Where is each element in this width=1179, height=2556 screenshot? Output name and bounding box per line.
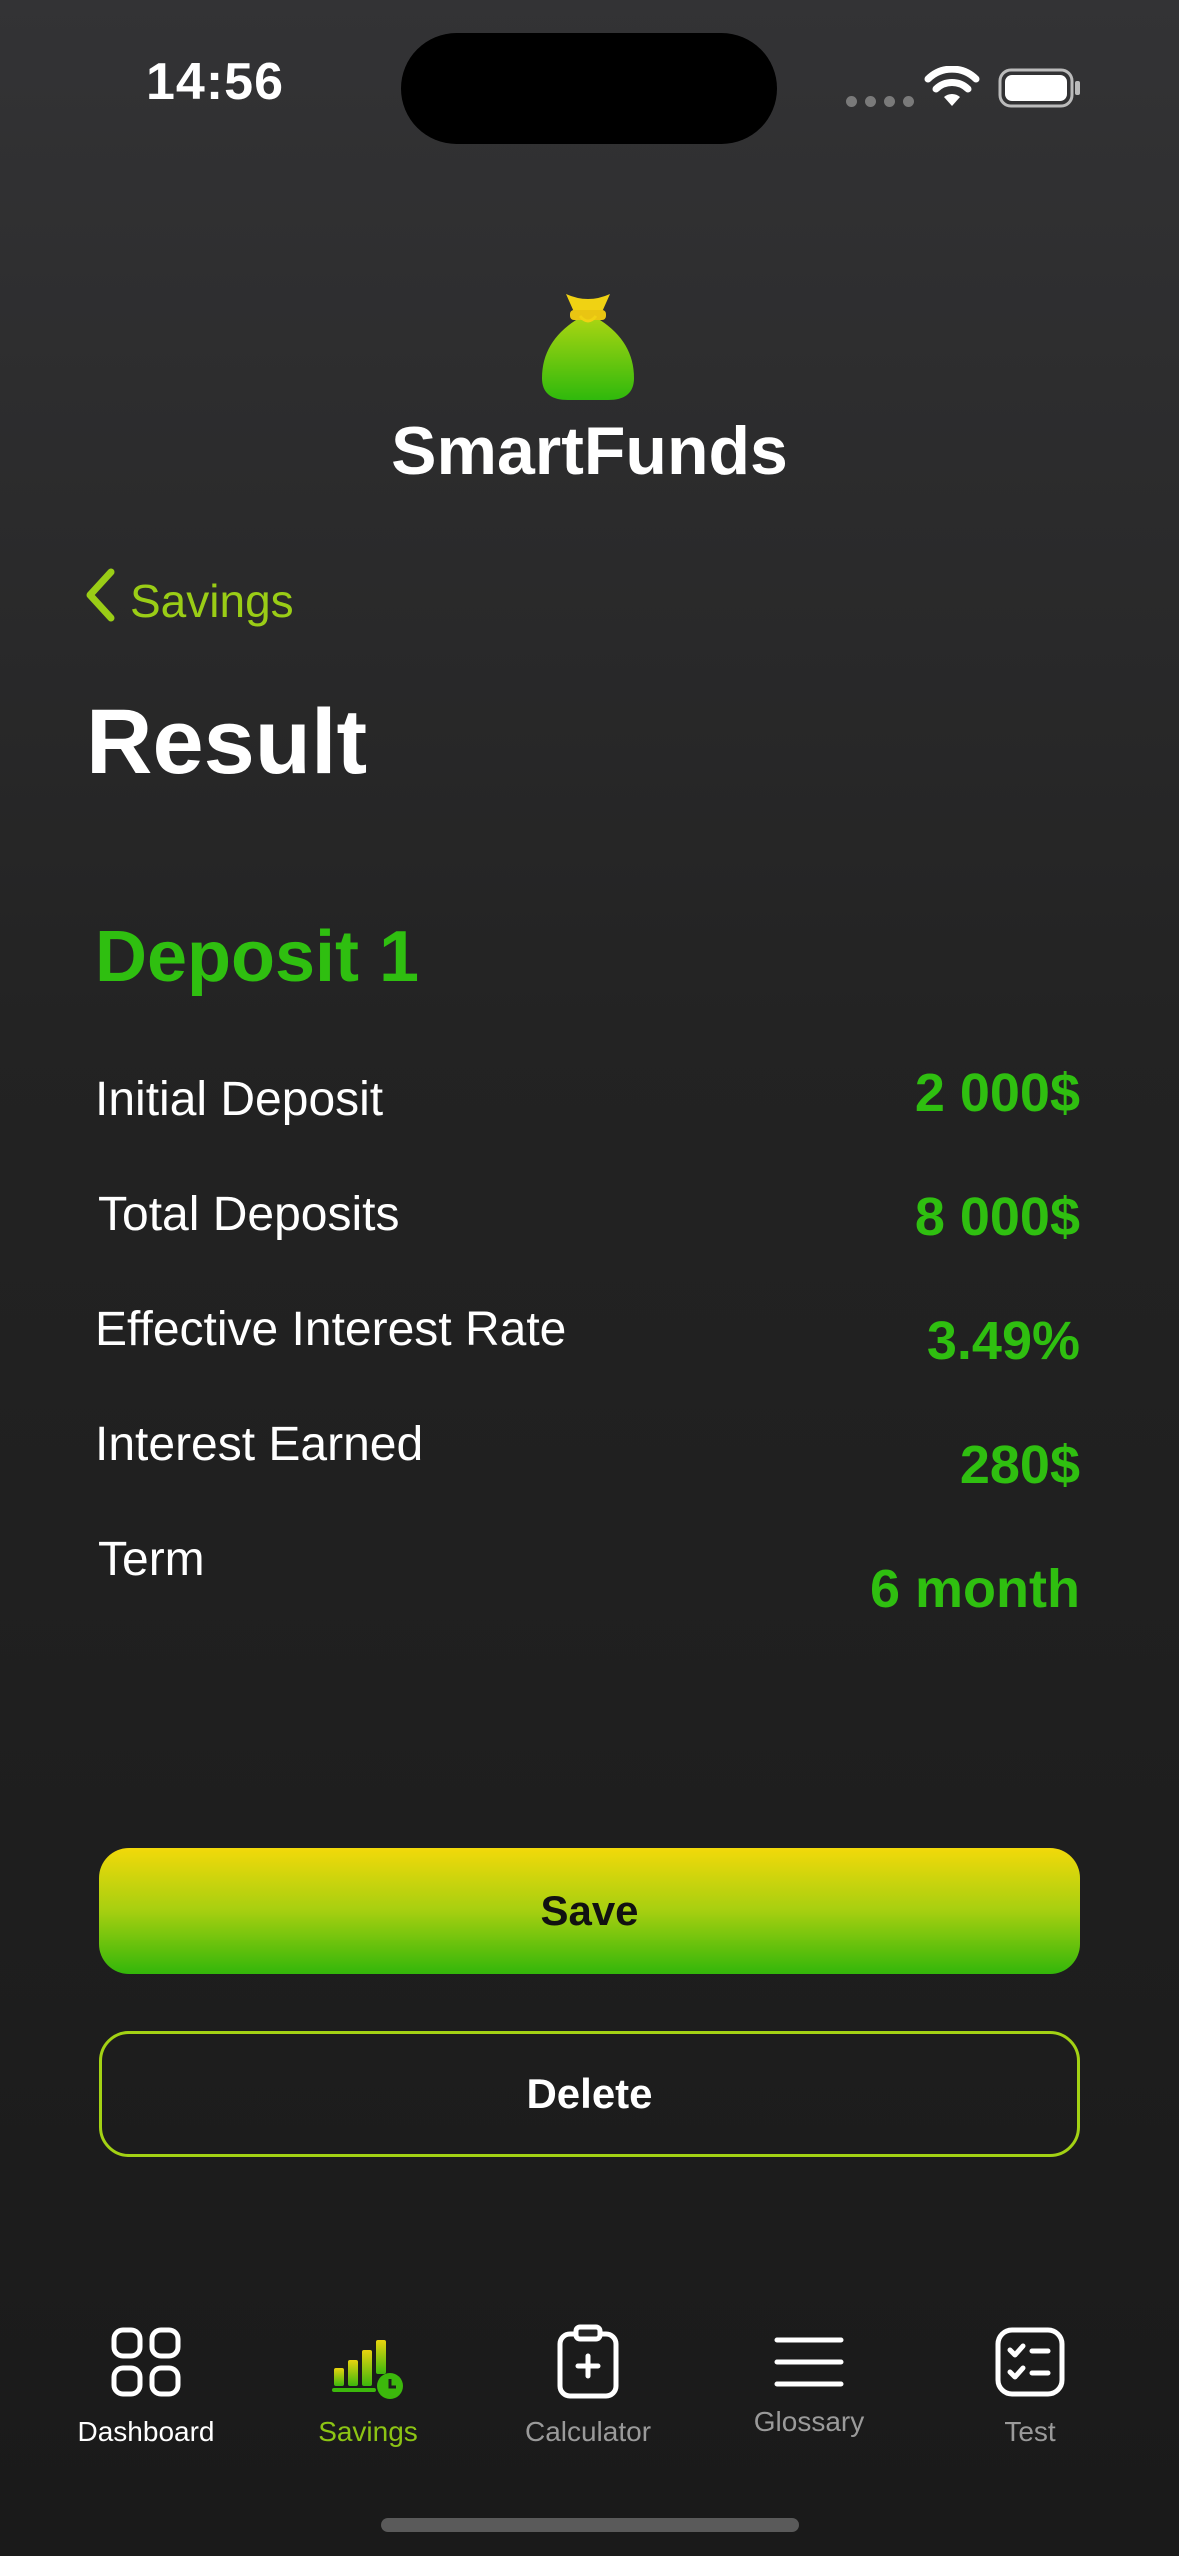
- save-button[interactable]: Save: [99, 1848, 1080, 1974]
- tab-label: Calculator: [524, 2416, 652, 2447]
- battery-icon: [998, 68, 1082, 113]
- tab-dashboard[interactable]: Dashboard: [36, 2322, 256, 2448]
- cellular-signal-icon: [846, 96, 914, 107]
- tab-glossary[interactable]: Glossary: [699, 2322, 919, 2438]
- page-title: Result: [86, 691, 368, 793]
- app-brand-title: SmartFunds: [391, 413, 788, 489]
- tab-label: Dashboard: [77, 2416, 215, 2447]
- interest-earned-value: 280$: [959, 1435, 1080, 1495]
- menu-lines-icon: [699, 2322, 919, 2402]
- delete-button[interactable]: Delete: [99, 2031, 1080, 2157]
- term-label: Term: [98, 1533, 205, 1586]
- effective-rate-label: Effective Interest Rate: [95, 1303, 567, 1356]
- wifi-icon: [924, 65, 980, 113]
- dynamic-island: [401, 33, 777, 144]
- tab-test[interactable]: Test: [920, 2322, 1140, 2448]
- chart-coin-icon: [258, 2322, 478, 2402]
- deposit-title: Deposit 1: [95, 917, 420, 997]
- status-time: 14:56: [146, 53, 284, 111]
- home-indicator: [381, 2518, 799, 2532]
- chevron-left-icon: [84, 568, 116, 633]
- total-deposits-value: 8 000$: [914, 1187, 1080, 1247]
- back-button[interactable]: Savings: [84, 568, 294, 633]
- back-label: Savings: [130, 574, 294, 627]
- total-deposits-label: Total Deposits: [98, 1188, 400, 1241]
- tab-calculator[interactable]: Calculator: [478, 2322, 698, 2448]
- effective-rate-value: 3.49%: [926, 1311, 1080, 1371]
- tab-label: Glossary: [753, 2406, 865, 2437]
- clipboard-plus-icon: [478, 2322, 698, 2402]
- initial-deposit-label: Initial Deposit: [95, 1073, 384, 1126]
- money-bag-icon: [536, 290, 640, 407]
- grid-icon: [36, 2322, 256, 2402]
- tab-label: Savings: [318, 2416, 418, 2447]
- tab-savings[interactable]: Savings: [258, 2322, 478, 2448]
- tab-label: Test: [1004, 2416, 1056, 2447]
- interest-earned-label: Interest Earned: [95, 1418, 424, 1471]
- initial-deposit-value: 2 000$: [914, 1063, 1080, 1123]
- checklist-icon: [920, 2322, 1140, 2402]
- term-value: 6 month: [870, 1559, 1080, 1619]
